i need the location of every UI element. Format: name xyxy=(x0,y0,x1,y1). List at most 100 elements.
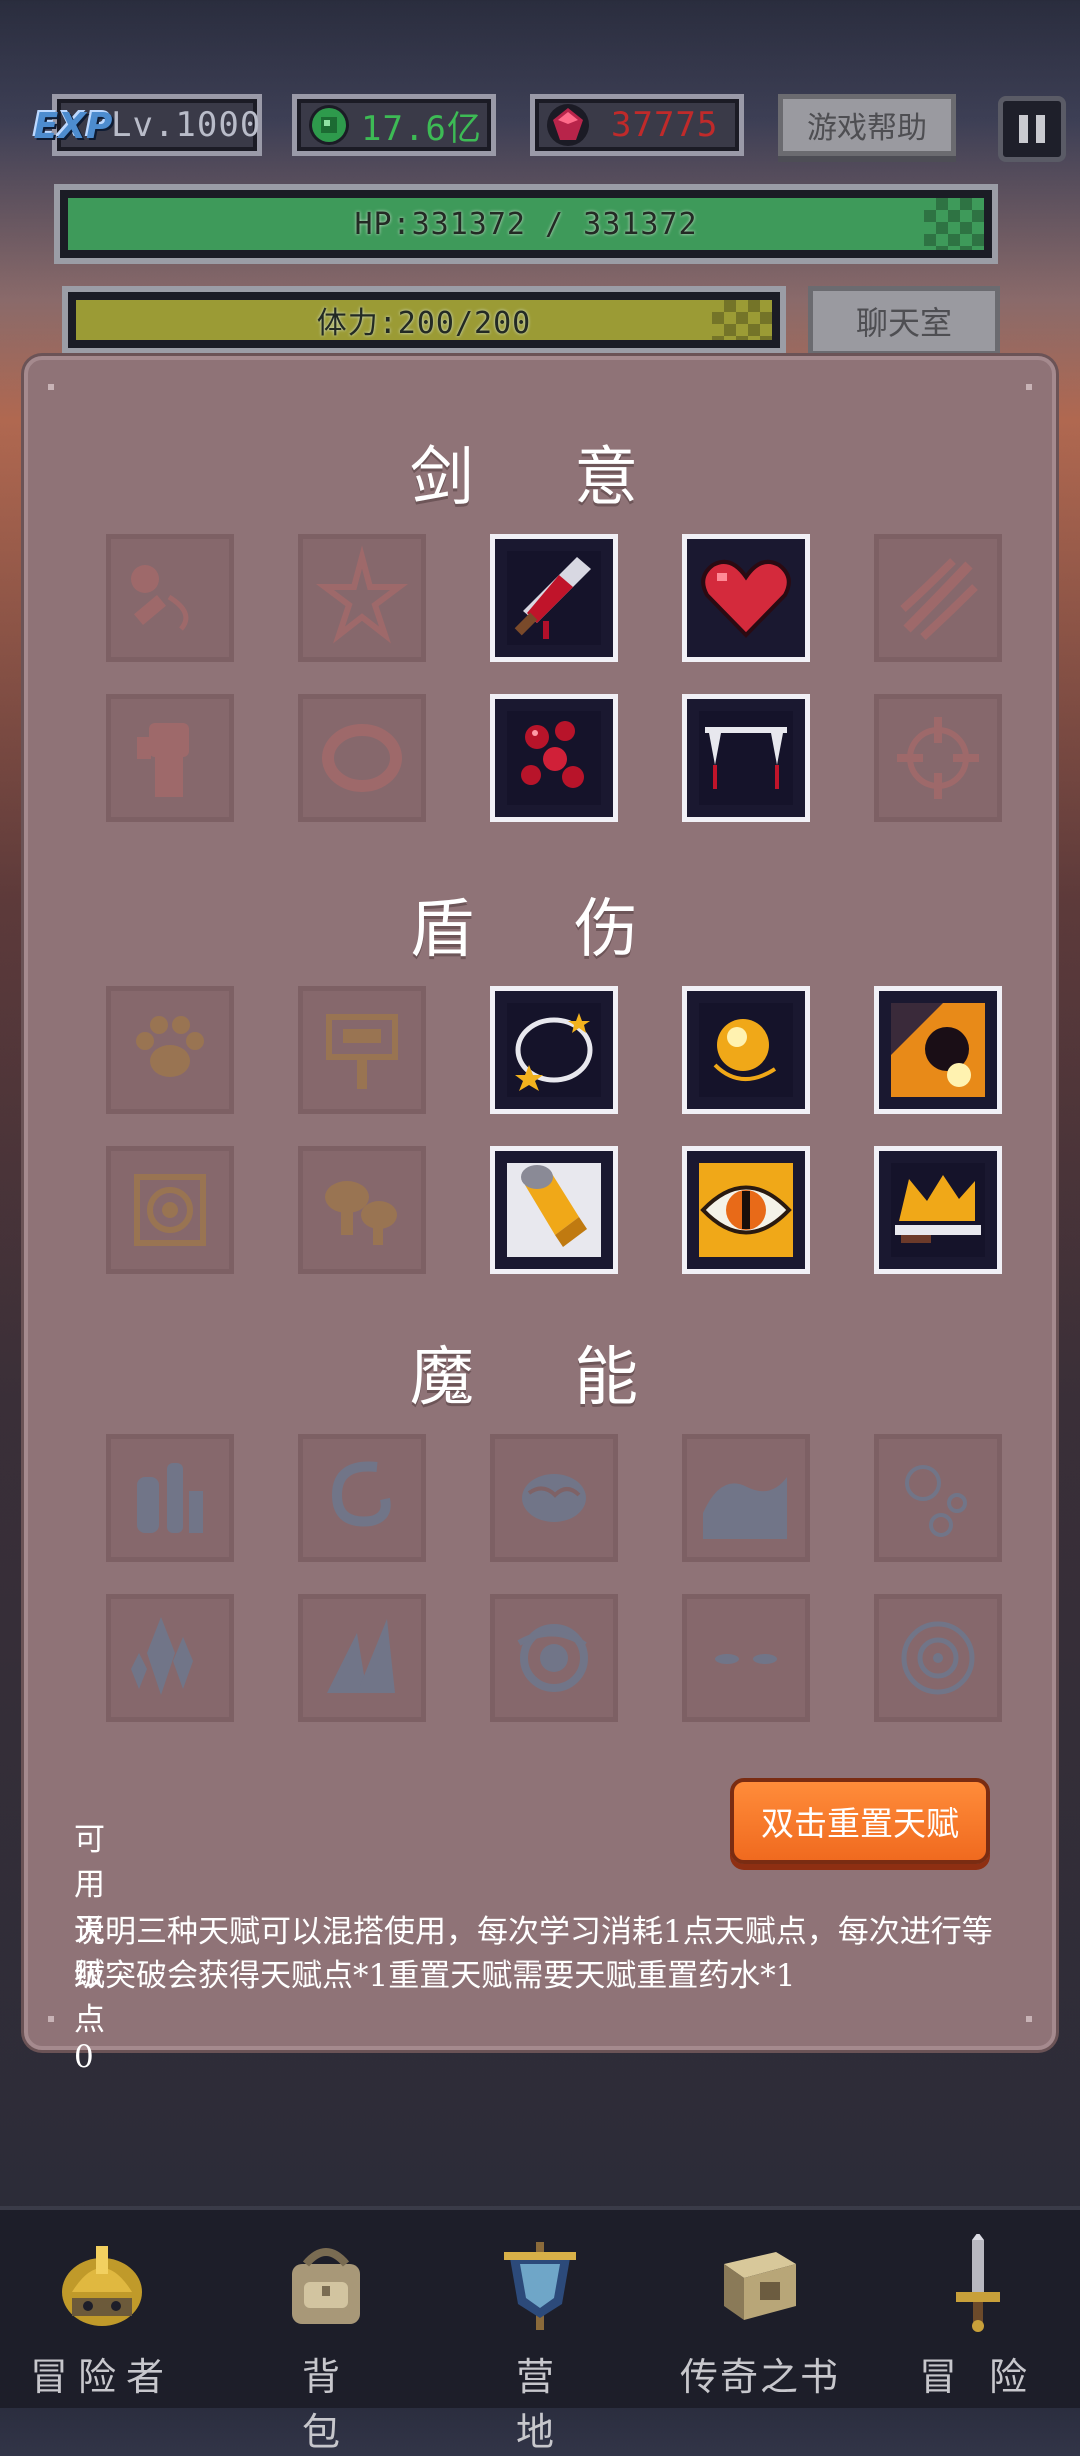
talent-description: 说明三种天赋可以混搭使用，每次学习消耗1点天赋点，每次进行等级突破会获得天赋点*… xyxy=(74,1914,993,1994)
stamina-text: 体力:200/200 xyxy=(316,306,532,341)
talent-slot[interactable] xyxy=(490,1434,618,1562)
shadow-eyes-icon xyxy=(715,1654,777,1664)
talent-slot[interactable] xyxy=(106,534,234,662)
exp-badge: EXP xyxy=(33,105,113,147)
crown-sword-icon xyxy=(891,1163,985,1257)
talent-slot[interactable] xyxy=(682,986,810,1114)
ice-shards-icon xyxy=(327,1619,395,1693)
talent-slot[interactable] xyxy=(106,1594,234,1722)
talent-slot[interactable] xyxy=(106,1434,234,1562)
starfish-icon xyxy=(316,545,408,644)
dragon-eye-icon xyxy=(699,1163,793,1257)
bottom-navigation: 冒险者 背包 营地 传奇之书 冒 险 xyxy=(0,2206,1080,2454)
talent-slot[interactable] xyxy=(874,1146,1002,1274)
club-icon xyxy=(131,565,189,631)
pause-icon xyxy=(1019,115,1028,143)
stamina-bar-fill: 体力:200/200 xyxy=(76,300,772,341)
emerald-coin-icon xyxy=(309,105,349,145)
section-title-magic: 魔 能 xyxy=(409,1341,679,1415)
reset-talents-button[interactable]: 双击重置天赋 xyxy=(730,1778,990,1864)
section-title-sword: 剑 意 xyxy=(409,441,679,515)
talent-slot[interactable] xyxy=(490,1594,618,1722)
talent-slot[interactable] xyxy=(874,986,1002,1114)
talent-slot[interactable] xyxy=(682,1434,810,1562)
mushrooms-icon xyxy=(325,1181,397,1245)
camp-banner-icon xyxy=(504,2242,576,2330)
section-title-shield: 盾 伤 xyxy=(409,893,679,967)
talent-slot[interactable] xyxy=(298,1594,426,1722)
hp-bar-fill: HP:331372 / 331372 xyxy=(68,198,984,250)
shield-target-icon xyxy=(134,1174,206,1246)
gold-amount: 17.6亿 xyxy=(361,108,482,149)
talent-slot[interactable] xyxy=(490,1146,618,1274)
talent-panel: 剑 意 盾 伤 魔 能 可用天赋点0 双击重置天赋 说明三种天赋可以混搭使用，每… xyxy=(24,356,1056,2075)
potions-icon xyxy=(137,1463,203,1533)
sword-icon xyxy=(956,2234,1000,2332)
nav-adventurer[interactable]: 冒险者 xyxy=(12,2210,192,2408)
talent-slot[interactable] xyxy=(298,1434,426,1562)
star-ring-icon xyxy=(507,1003,601,1097)
talent-slot[interactable] xyxy=(106,1146,234,1274)
nav-legend-book-label: 传奇之书 xyxy=(679,2355,840,2399)
talent-slot[interactable] xyxy=(298,534,426,662)
nav-legend-book[interactable]: 传奇之书 xyxy=(670,2210,850,2408)
magic-circle-icon xyxy=(901,1621,975,1695)
crosshair-icon xyxy=(897,717,979,799)
talent-slot[interactable] xyxy=(682,694,810,822)
bubbles-icon xyxy=(905,1465,967,1537)
gem-chip: 37775 xyxy=(530,94,744,156)
pause-icon-bar xyxy=(1036,115,1045,143)
signpost-icon xyxy=(326,1014,398,1089)
bloody-dagger-icon xyxy=(507,551,601,645)
talent-slot[interactable] xyxy=(298,1146,426,1274)
talent-slot[interactable] xyxy=(874,1594,1002,1722)
blood-drops-icon xyxy=(507,711,601,805)
nav-adventurer-label: 冒险者 xyxy=(29,2355,174,2399)
pause-button[interactable] xyxy=(998,96,1066,162)
talent-slot[interactable] xyxy=(298,986,426,1114)
backpack-icon xyxy=(292,2248,360,2324)
chat-room-button[interactable]: 聊天室 xyxy=(808,286,1000,356)
fangs-icon xyxy=(699,711,793,805)
bullet-icon xyxy=(507,1163,601,1257)
gem-amount: 37775 xyxy=(611,105,719,145)
nav-camp[interactable]: 营地 xyxy=(450,2210,630,2454)
brain-icon xyxy=(522,1474,586,1522)
talent-slot[interactable] xyxy=(682,1594,810,1722)
talent-slot[interactable] xyxy=(874,694,1002,822)
level-chip: EXP Lv.1000 xyxy=(34,94,262,156)
swirl-icon xyxy=(331,1461,391,1527)
hp-bar: HP:331372 / 331372 xyxy=(54,184,998,264)
talent-slot[interactable] xyxy=(874,534,1002,662)
paw-icon xyxy=(136,1016,204,1077)
talent-slot[interactable] xyxy=(682,1146,810,1274)
nav-adventure[interactable]: 冒 险 xyxy=(888,2210,1068,2408)
talent-slot[interactable] xyxy=(490,986,618,1114)
talent-slot[interactable] xyxy=(682,534,810,662)
ring-icon xyxy=(322,724,402,792)
game-help-button[interactable]: 游戏帮助 xyxy=(778,94,956,156)
talent-slot[interactable] xyxy=(490,534,618,662)
helmet-icon xyxy=(62,2246,142,2326)
talent-slot[interactable] xyxy=(106,986,234,1114)
ruby-gem-icon xyxy=(547,104,589,146)
vortex-icon xyxy=(517,1624,588,1692)
wave-icon xyxy=(703,1477,787,1539)
stamina-bar: 体力:200/200 xyxy=(62,286,786,354)
nav-backpack-label: 背包 xyxy=(301,2355,390,2454)
nav-adventure-label: 冒 险 xyxy=(918,2355,1038,2399)
talent-slot[interactable] xyxy=(298,694,426,822)
claw-slash-icon xyxy=(900,558,978,640)
talent-slot[interactable] xyxy=(106,694,234,822)
level-text: Lv.1000 xyxy=(111,105,262,145)
top-status-bar: EXP Lv.1000 17.6亿 37775 游戏帮助 HP:331372 /… xyxy=(0,0,1080,380)
gold-chip: 17.6亿 xyxy=(292,94,496,156)
heart-icon xyxy=(701,560,791,638)
nav-backpack[interactable]: 背包 xyxy=(236,2210,416,2454)
talent-slot[interactable] xyxy=(874,1434,1002,1562)
hp-text: HP:331372 / 331372 xyxy=(354,206,698,242)
fist-icon xyxy=(137,723,189,797)
nav-camp-label: 营地 xyxy=(515,2355,604,2454)
crystal-icon xyxy=(131,1617,193,1695)
talent-slot[interactable] xyxy=(490,694,618,822)
